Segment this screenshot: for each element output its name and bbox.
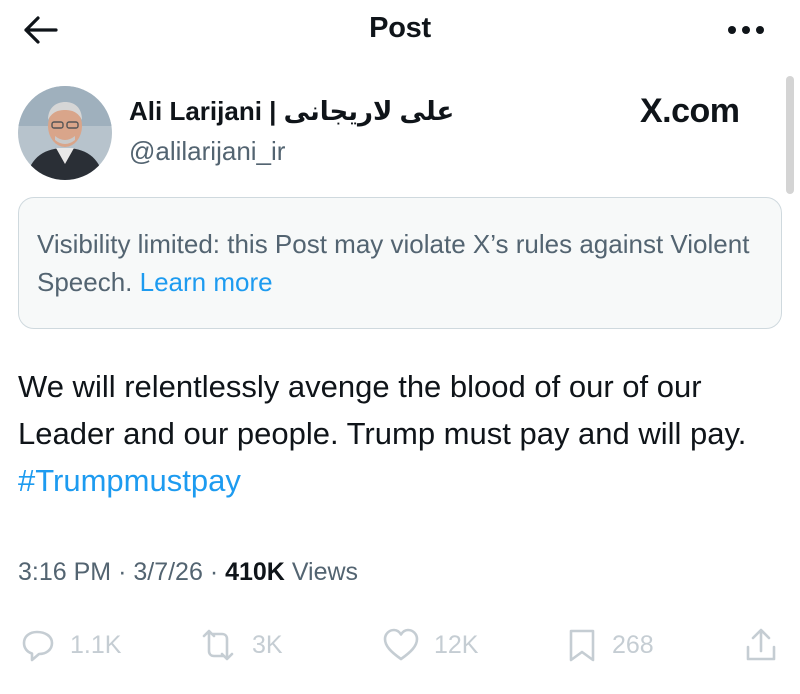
bookmark-button[interactable]: 268 bbox=[566, 620, 654, 670]
like-count: 12K bbox=[434, 630, 479, 659]
hashtag-link[interactable]: #Trumpmustpay bbox=[18, 463, 241, 498]
repost-count: 3K bbox=[252, 630, 283, 659]
repost-button[interactable]: 3K bbox=[198, 620, 283, 670]
heart-icon bbox=[382, 627, 420, 663]
post-time[interactable]: 3:16 PM bbox=[18, 558, 111, 586]
learn-more-link[interactable]: Learn more bbox=[140, 267, 273, 297]
like-button[interactable]: 12K bbox=[382, 620, 478, 670]
bookmark-icon bbox=[566, 627, 598, 663]
share-icon bbox=[744, 627, 778, 663]
author-display-name[interactable]: Ali Larijani | علی لاریجانی bbox=[129, 96, 454, 127]
avatar[interactable] bbox=[18, 86, 112, 180]
more-horizontal-icon bbox=[726, 25, 766, 35]
views-label: Views bbox=[291, 558, 359, 586]
author-row: Ali Larijani | علی لاریجانی @alilarijani… bbox=[18, 86, 778, 182]
top-bar: Post bbox=[0, 0, 800, 62]
notice-text-block: Visibility limited: this Post may violat… bbox=[37, 225, 763, 301]
reply-count: 1.1K bbox=[70, 630, 122, 659]
author-handle[interactable]: @alilarijani_ir bbox=[129, 136, 285, 167]
post-date[interactable]: 3/7/26 bbox=[133, 558, 203, 586]
more-options-button[interactable] bbox=[722, 16, 770, 44]
share-button[interactable] bbox=[744, 620, 778, 670]
tweet-text: We will relentlessly avenge the blood of… bbox=[18, 363, 782, 504]
post-meta: 3:16 PM · 3/7/26 · 410K Views bbox=[18, 558, 358, 587]
visibility-notice: Visibility limited: this Post may violat… bbox=[18, 197, 782, 329]
reply-button[interactable]: 1.1K bbox=[20, 620, 121, 670]
action-bar: 1.1K 3K 12K 268 bbox=[0, 620, 800, 670]
repost-icon bbox=[198, 627, 238, 663]
site-label: X.com bbox=[640, 92, 740, 130]
meta-separator: · bbox=[118, 558, 127, 586]
reply-icon bbox=[20, 627, 56, 663]
meta-separator: · bbox=[209, 558, 219, 586]
views-count: 410K bbox=[225, 558, 285, 586]
scrollbar-thumb[interactable] bbox=[786, 76, 794, 194]
tweet-body: We will relentlessly avenge the blood of… bbox=[18, 369, 747, 451]
bookmark-count: 268 bbox=[612, 630, 654, 659]
page-title: Post bbox=[369, 12, 431, 44]
